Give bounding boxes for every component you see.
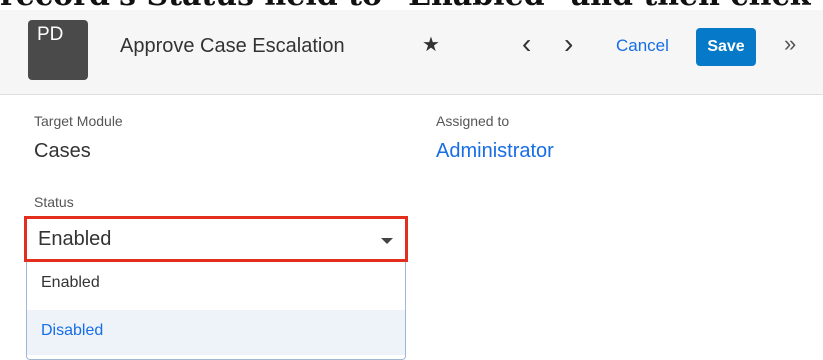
- status-select[interactable]: Enabled: [24, 216, 408, 262]
- option-label: Disabled: [41, 322, 104, 339]
- cancel-button[interactable]: Cancel: [616, 36, 669, 56]
- status-option-disabled[interactable]: Disabled: [27, 310, 405, 355]
- option-label: Enabled: [41, 274, 100, 291]
- chevron-down-icon: [381, 238, 393, 244]
- record-title: Approve Case Escalation: [120, 35, 345, 57]
- assigned-to-label: Assigned to: [436, 113, 510, 129]
- double-chevron-right-icon[interactable]: »: [784, 31, 796, 57]
- avatar-initials: PD: [37, 24, 64, 45]
- assigned-to-link[interactable]: Administrator: [436, 140, 554, 163]
- target-module-value: Cases: [34, 140, 91, 162]
- record-header: PD Approve Case Escalation ★ ‹ › Cancel …: [0, 10, 823, 95]
- avatar: PD: [28, 20, 88, 80]
- status-selected-value: Enabled: [38, 228, 112, 250]
- status-label: Status: [34, 194, 74, 210]
- star-icon[interactable]: ★: [422, 32, 440, 57]
- chevron-left-icon[interactable]: ‹: [522, 28, 531, 60]
- chevron-right-icon[interactable]: ›: [564, 28, 573, 60]
- status-option-enabled[interactable]: Enabled: [27, 262, 405, 307]
- save-button[interactable]: Save: [696, 28, 756, 66]
- status-dropdown-menu: Enabled Disabled: [26, 262, 406, 360]
- target-module-label: Target Module: [34, 113, 123, 129]
